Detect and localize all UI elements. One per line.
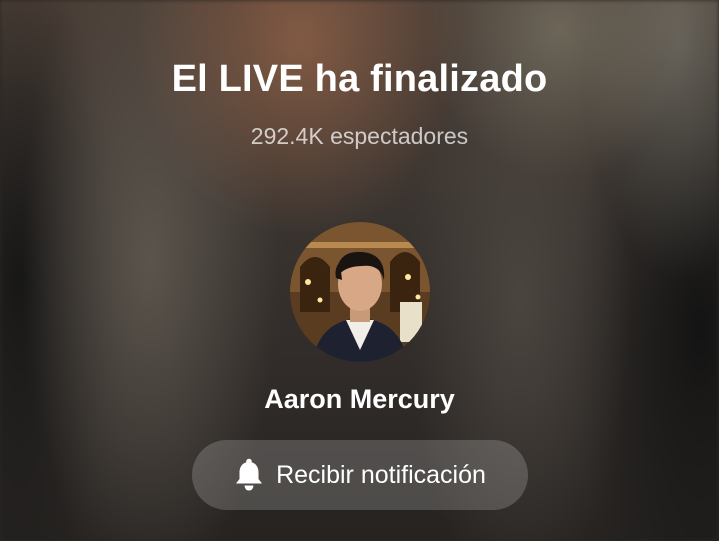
notify-button[interactable]: Recibir notificación: [192, 440, 528, 510]
bell-icon: [234, 458, 264, 492]
live-ended-screen: El LIVE ha finalizado 292.4K espectadore…: [0, 0, 719, 541]
avatar-image: [290, 222, 430, 362]
viewer-count: 292.4K espectadores: [250, 123, 469, 149]
live-ended-title: El LIVE ha finalizado: [171, 58, 548, 100]
host-name[interactable]: Aaron Mercury: [0, 384, 719, 415]
notify-button-label: Recibir notificación: [276, 460, 486, 489]
host-avatar[interactable]: [290, 222, 430, 362]
